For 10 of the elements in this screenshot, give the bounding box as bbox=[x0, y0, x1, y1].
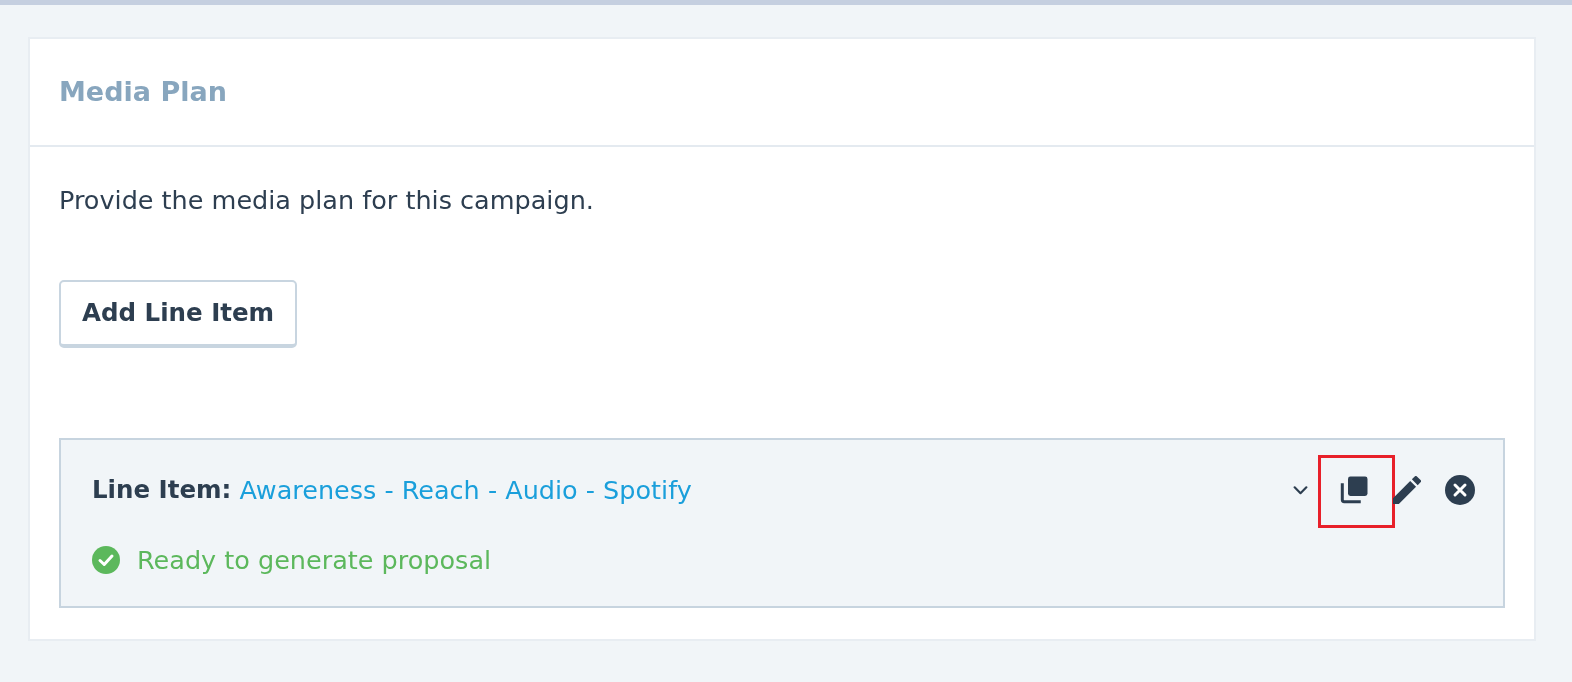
status-text: Ready to generate proposal bbox=[137, 543, 492, 577]
copy-icon bbox=[1338, 475, 1369, 505]
description-text: Provide the media plan for this campaign. bbox=[59, 184, 594, 217]
check-circle-icon bbox=[92, 546, 120, 574]
close-icon bbox=[1444, 475, 1475, 505]
chevron-down-icon bbox=[1293, 485, 1308, 495]
card-title: Media Plan bbox=[59, 74, 227, 109]
pencil-icon bbox=[1392, 476, 1421, 504]
line-item-label: Line Item: bbox=[92, 473, 232, 506]
add-line-item-button[interactable]: Add Line Item bbox=[59, 280, 298, 348]
